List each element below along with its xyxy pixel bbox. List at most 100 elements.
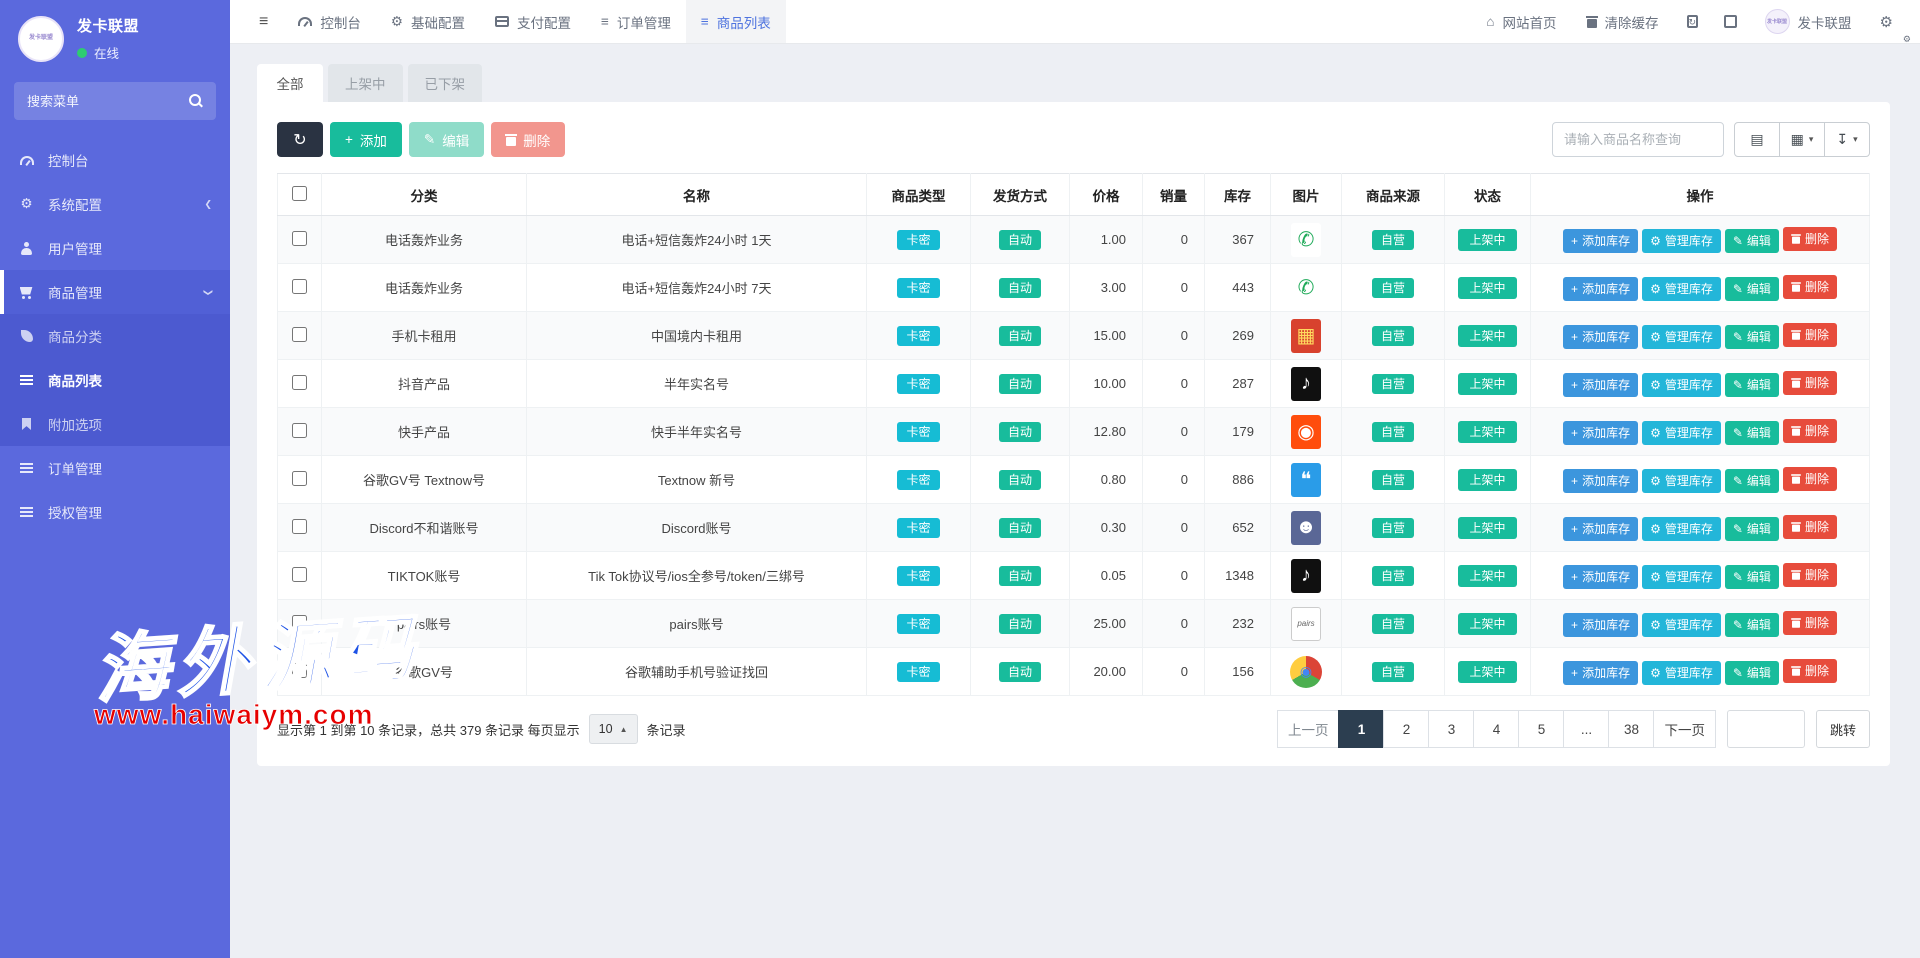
page-button-38[interactable]: 38 — [1608, 710, 1654, 748]
action-edit-button[interactable]: ✎编辑 — [1725, 565, 1779, 589]
sidebar-item-4[interactable]: 订单管理 — [0, 446, 230, 490]
action-manage-stock-button[interactable]: ⚙管理库存 — [1642, 373, 1721, 397]
select-all-checkbox[interactable] — [292, 186, 307, 201]
topnav-item-product-list[interactable]: ≡商品列表 — [686, 0, 786, 43]
action-add-stock-button[interactable]: +添加库存 — [1563, 373, 1638, 397]
action-add-stock-button[interactable]: +添加库存 — [1563, 469, 1638, 493]
page-button-1[interactable]: 1 — [1338, 710, 1384, 748]
row-checkbox[interactable] — [292, 375, 307, 390]
action-add-stock-button[interactable]: +添加库存 — [1563, 229, 1638, 253]
per-page-select[interactable]: 10 ▲ — [589, 714, 638, 744]
row-checkbox[interactable] — [292, 327, 307, 342]
action-manage-stock-button[interactable]: ⚙管理库存 — [1642, 325, 1721, 349]
sidebar-search[interactable] — [14, 82, 216, 120]
tab-off-shelf[interactable]: 已下架 — [408, 64, 483, 102]
columns-button[interactable]: ▦▾ — [1779, 122, 1825, 157]
action-manage-stock-button[interactable]: ⚙管理库存 — [1642, 613, 1721, 637]
edit-button[interactable]: ✎编辑 — [409, 122, 484, 157]
sidebar-subitem[interactable]: 附加选项 — [0, 402, 230, 446]
action-add-stock-button[interactable]: +添加库存 — [1563, 661, 1638, 685]
sidebar-item-3[interactable]: 商品管理❯ — [0, 270, 230, 314]
tab-on-shelf[interactable]: 上架中 — [328, 64, 403, 102]
action-edit-button[interactable]: ✎编辑 — [1725, 613, 1779, 637]
action-delete-button[interactable]: 删除 — [1783, 611, 1837, 635]
delete-button[interactable]: 删除 — [491, 122, 565, 157]
action-delete-button[interactable]: 删除 — [1783, 563, 1837, 587]
topnav-item-orders[interactable]: ≡订单管理 — [586, 0, 686, 43]
action-add-stock-button[interactable]: +添加库存 — [1563, 277, 1638, 301]
jump-button[interactable]: 跳转 — [1816, 710, 1870, 748]
action-manage-stock-button[interactable]: ⚙管理库存 — [1642, 565, 1721, 589]
search-icon[interactable] — [189, 94, 203, 108]
action-delete-button[interactable]: 删除 — [1783, 275, 1837, 299]
action-delete-button[interactable]: 删除 — [1783, 659, 1837, 683]
action-manage-stock-button[interactable]: ⚙管理库存 — [1642, 517, 1721, 541]
action-delete-button[interactable]: 删除 — [1783, 467, 1837, 491]
sidebar-item-5[interactable]: 授权管理 — [0, 490, 230, 534]
action-edit-button[interactable]: ✎编辑 — [1725, 661, 1779, 685]
refresh-button[interactable]: ↻ — [277, 122, 323, 157]
action-delete-button[interactable]: 删除 — [1783, 371, 1837, 395]
tab-all[interactable]: 全部 — [257, 64, 323, 102]
action-edit-button[interactable]: ✎编辑 — [1725, 325, 1779, 349]
sidebar-subitem[interactable]: 商品分类 — [0, 314, 230, 358]
action-edit-button[interactable]: ✎编辑 — [1725, 517, 1779, 541]
row-checkbox[interactable] — [292, 471, 307, 486]
action-edit-button[interactable]: ✎编辑 — [1725, 373, 1779, 397]
action-manage-stock-button[interactable]: ⚙管理库存 — [1642, 469, 1721, 493]
sidebar-item-1[interactable]: ⚙系统配置❮ — [0, 182, 230, 226]
action-edit-button[interactable]: ✎编辑 — [1725, 277, 1779, 301]
action-add-stock-button[interactable]: +添加库存 — [1563, 517, 1638, 541]
sidebar-subitem[interactable]: 商品列表 — [0, 358, 230, 402]
sidebar-toggle-button[interactable]: ≡ — [244, 0, 283, 43]
page-button-...[interactable]: ... — [1563, 710, 1609, 748]
action-add-stock-button[interactable]: +添加库存 — [1563, 613, 1638, 637]
action-manage-stock-button[interactable]: ⚙管理库存 — [1642, 229, 1721, 253]
row-checkbox[interactable] — [292, 567, 307, 582]
page-button-下一页[interactable]: 下一页 — [1653, 710, 1716, 748]
action-delete-button[interactable]: 删除 — [1783, 515, 1837, 539]
settings-gears-button[interactable]: ⚙ — [1867, 0, 1906, 43]
row-checkbox[interactable] — [292, 519, 307, 534]
action-delete-button[interactable]: 删除 — [1783, 227, 1837, 251]
page-button-2[interactable]: 2 — [1383, 710, 1429, 748]
clear-cache-button[interactable]: 清除缓存 — [1572, 0, 1674, 43]
action-manage-stock-button[interactable]: ⚙管理库存 — [1642, 277, 1721, 301]
action-manage-stock-button[interactable]: ⚙管理库存 — [1642, 421, 1721, 445]
sidebar-search-input[interactable] — [27, 94, 177, 109]
topnav-item-pay-config[interactable]: 支付配置 — [480, 0, 586, 43]
action-add-stock-button[interactable]: +添加库存 — [1563, 421, 1638, 445]
row-checkbox[interactable] — [292, 231, 307, 246]
page-button-4[interactable]: 4 — [1473, 710, 1519, 748]
cell-image: ♪ — [1271, 360, 1342, 408]
action-edit-button[interactable]: ✎编辑 — [1725, 421, 1779, 445]
action-add-stock-button[interactable]: +添加库存 — [1563, 565, 1638, 589]
row-checkbox[interactable] — [292, 279, 307, 294]
sidebar-item-0[interactable]: 控制台 — [0, 138, 230, 182]
refresh-page-button[interactable] — [1674, 0, 1711, 43]
action-edit-button[interactable]: ✎编辑 — [1725, 229, 1779, 253]
gears-icon: ⚙ — [1650, 523, 1661, 535]
topnav-item-console[interactable]: 控制台 — [283, 0, 376, 43]
product-search-input[interactable] — [1552, 122, 1724, 157]
jump-page-input[interactable] — [1727, 710, 1805, 748]
detail-view-button[interactable]: ▤ — [1734, 122, 1780, 157]
row-checkbox[interactable] — [292, 663, 307, 678]
page-button-上一页[interactable]: 上一页 — [1277, 710, 1340, 748]
action-delete-button[interactable]: 删除 — [1783, 323, 1837, 347]
page-button-3[interactable]: 3 — [1428, 710, 1474, 748]
export-button[interactable]: ↧▾ — [1824, 122, 1870, 157]
sidebar-item-2[interactable]: 用户管理 — [0, 226, 230, 270]
user-menu[interactable]: 发卡联盟 发卡联盟 — [1750, 0, 1867, 43]
site-home-link[interactable]: ⌂网站首页 — [1471, 0, 1571, 43]
action-manage-stock-button[interactable]: ⚙管理库存 — [1642, 661, 1721, 685]
page-button-5[interactable]: 5 — [1518, 710, 1564, 748]
topnav-item-base-config[interactable]: ⚙基础配置 — [376, 0, 480, 43]
action-add-stock-button[interactable]: +添加库存 — [1563, 325, 1638, 349]
action-edit-button[interactable]: ✎编辑 — [1725, 469, 1779, 493]
row-checkbox[interactable] — [292, 423, 307, 438]
action-delete-button[interactable]: 删除 — [1783, 419, 1837, 443]
fullscreen-button[interactable] — [1711, 0, 1750, 43]
row-checkbox[interactable] — [292, 615, 307, 630]
add-button[interactable]: +添加 — [330, 122, 402, 157]
